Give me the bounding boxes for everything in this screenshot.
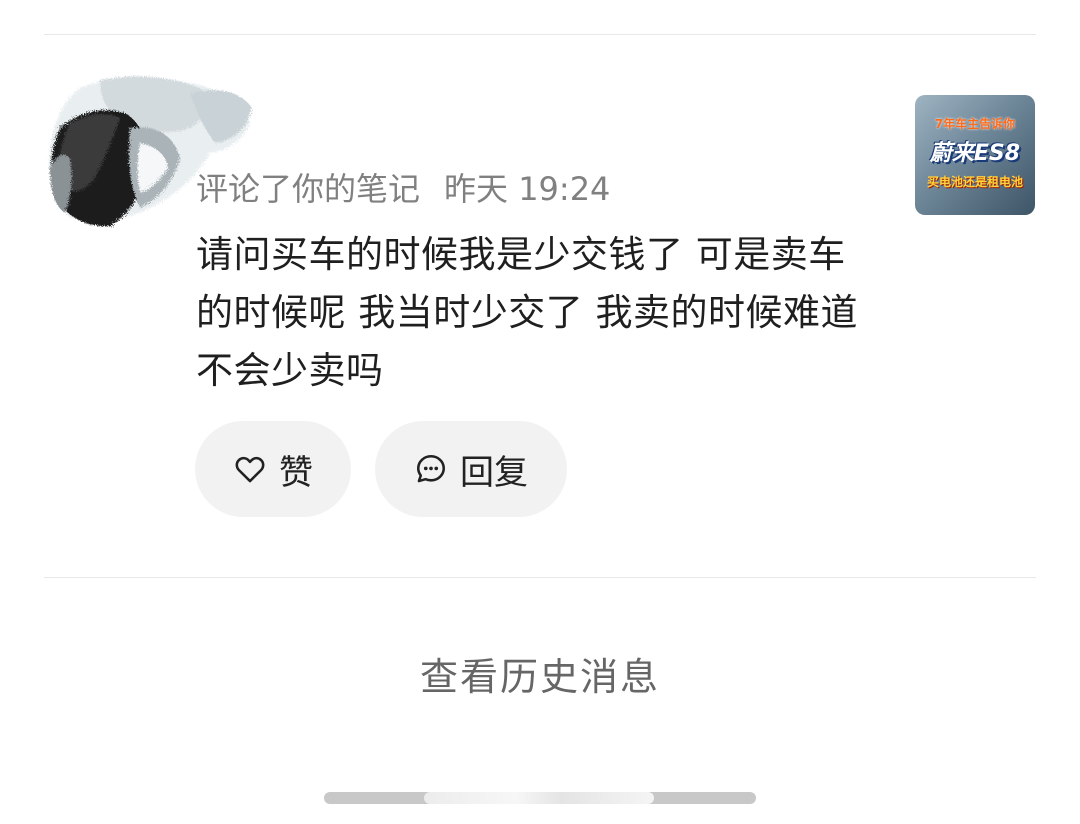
heart-icon [233,452,267,486]
notification-page: 评论了你的笔记 昨天 19:24 请问买车的时候我是少交钱了 可是卖车的时候呢 我… [0,0,1080,824]
scrollbar-thumb[interactable] [424,792,654,804]
comment-text[interactable]: 请问买车的时候我是少交钱了 可是卖车的时候呢 我当时少交了 我卖的时候难道不会少… [196,226,876,400]
like-button[interactable]: 赞 [195,421,351,517]
chat-bubble-icon [414,452,448,486]
thumbnail-caption-top: 7年车主告诉你 [934,117,1016,131]
notification-meta: 评论了你的笔记 昨天 19:24 [196,164,610,210]
thumbnail-caption-bottom: 买电池还是租电池 [926,175,1023,189]
note-thumbnail[interactable]: 7年车主告诉你 蔚来ES8 买电池还是租电池 [915,95,1035,215]
reply-button[interactable]: 回复 [375,421,567,517]
horizontal-scrollbar[interactable] [324,792,756,804]
reply-label: 回复 [460,452,528,493]
thumbnail-caption-title: 蔚来ES8 [929,141,1021,166]
user-avatar[interactable] [40,68,260,238]
view-history-link[interactable]: 查看历史消息 [0,646,1080,701]
timestamp: 昨天 19:24 [444,170,611,208]
top-divider [44,34,1036,35]
action-text: 评论了你的笔记 [196,170,421,208]
like-label: 赞 [279,452,313,493]
avatar-image [49,76,252,227]
section-divider [44,577,1036,578]
